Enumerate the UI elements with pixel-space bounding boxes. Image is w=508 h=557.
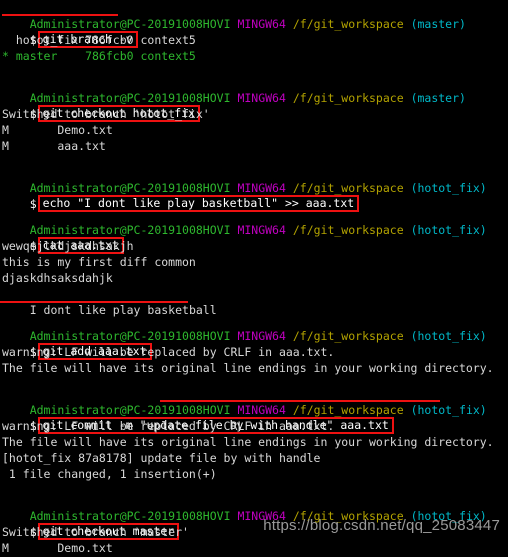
- output-line-warning: warning: LF will be replaced by CRLF in …: [2, 345, 335, 359]
- output-line: hotot_fix 786fcb0 context5: [2, 33, 196, 47]
- terminal-window[interactable]: Administrator@PC-20191008HOVI MINGW64 /f…: [0, 0, 508, 555]
- command-line[interactable]: $ cat aaa.txt: [0, 222, 508, 254]
- output-line-commit-summary: [hotot_fix 87a8178] update file by with …: [2, 451, 321, 465]
- prompt-line: Administrator@PC-20191008HOVI MINGW64 /f…: [0, 0, 508, 31]
- output-line-current-branch: * master 786fcb0 context5: [2, 49, 196, 63]
- prompt-line: Administrator@PC-20191008HOVI MINGW64 /f…: [0, 386, 508, 417]
- output-line-commit-stats: 1 file changed, 1 insertion(+): [2, 467, 217, 481]
- prompt-line: Administrator@PC-20191008HOVI MINGW64 /f…: [0, 164, 508, 195]
- prompt-line: Administrator@PC-20191008HOVI MINGW64 /f…: [0, 74, 508, 105]
- watermark-url: https://blog.csdn.net/qq_25083447: [263, 517, 500, 534]
- command-line[interactable]: $ git commit -m "update file by with hand…: [0, 402, 508, 434]
- prompt-line: Administrator@PC-20191008HOVI MINGW64 /f…: [0, 312, 508, 343]
- output-line: djaskdhsaksdahjk: [2, 271, 113, 285]
- command-line[interactable]: $ git checkout hotot_fix: [0, 90, 508, 122]
- command-line[interactable]: $ echo "I dont like play basketball" >> a…: [0, 180, 508, 212]
- output-line: M Demo.txt: [2, 541, 113, 555]
- command-line[interactable]: $ git branch -v: [0, 16, 508, 48]
- output-line: The file will have its original line end…: [2, 435, 494, 449]
- command-line[interactable]: $ git add aaa.txt: [0, 328, 508, 360]
- prompt-line: Administrator@PC-20191008HOVI MINGW64 /f…: [0, 492, 508, 523]
- output-line: M Demo.txt: [2, 123, 113, 137]
- output-line: Switched to branch 'hotot_fix': [2, 107, 210, 121]
- output-line: wewqejlkdjskdhsakjh: [2, 239, 134, 253]
- output-line: this is my first diff common: [2, 255, 196, 269]
- output-line-highlighted: I dont like play basketball: [0, 286, 508, 317]
- output-line: The file will have its original line end…: [2, 361, 494, 375]
- output-line-warning: warning: LF will be replaced by CRLF in …: [2, 419, 335, 433]
- prompt-line: Administrator@PC-20191008HOVI MINGW64 /f…: [0, 206, 508, 237]
- output-line: M aaa.txt: [2, 139, 106, 153]
